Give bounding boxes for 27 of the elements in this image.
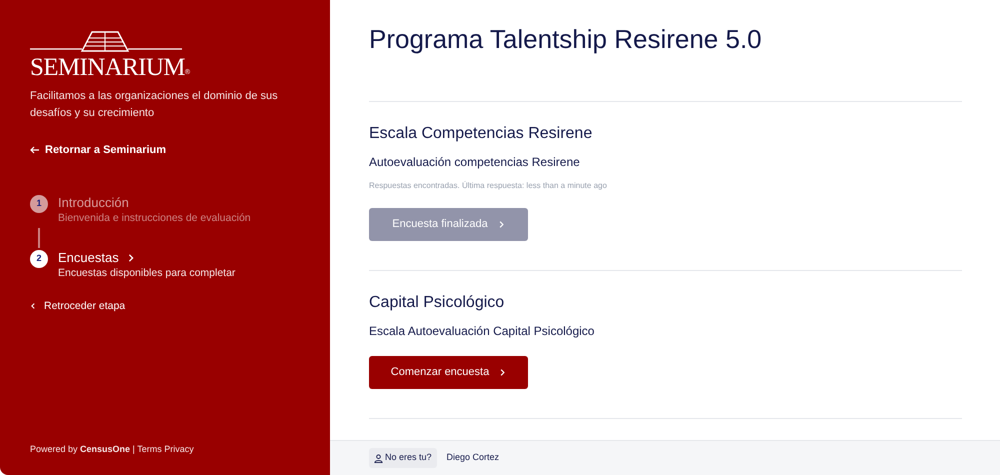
survey-subtitle: Autoevaluación competencias Resirene — [369, 154, 581, 171]
previous-step-link[interactable]: Retroceder etapa — [30, 298, 126, 314]
chevron-right-icon — [499, 368, 506, 377]
logo-text: SEMINARIUM — [30, 54, 185, 82]
step-title[interactable]: Encuestas — [58, 250, 236, 266]
chevron-right-icon — [126, 252, 135, 262]
temple-logo-icon — [30, 30, 182, 52]
step-subtitle: Bienvenida e instrucciones de evaluación — [58, 210, 251, 226]
user-name: Diego Cortez — [446, 451, 500, 464]
step-number: 1 — [30, 194, 48, 212]
step-subtitle: Encuestas disponibles para completar — [58, 266, 236, 280]
survey-subtitle: Escala Autoevaluación Capital Psicológico — [369, 323, 596, 340]
not-you-button[interactable]: No eres tu? — [369, 448, 437, 468]
chevron-right-icon — [498, 220, 505, 229]
survey-note: Respuestas encontradas. Última respuesta: less than a minute ago — [369, 180, 608, 192]
survey-title: Capital Psicológico — [369, 293, 506, 313]
user-icon — [374, 454, 383, 462]
step-number: 2 — [30, 250, 48, 268]
start-survey-button[interactable]: Comenzar encuesta — [369, 356, 528, 389]
chevron-left-icon — [30, 302, 36, 310]
footer-text: Powered by CensusOne | Terms Privacy — [30, 442, 195, 456]
back-link[interactable]: Retornar a Seminarium — [30, 142, 300, 158]
survey-title: Escala Competencias Resirene — [369, 124, 594, 144]
step-title[interactable]: Introducción — [58, 194, 251, 210]
tagline: Facilitamos a las organizaciones el dominio de sus desafíos y su crecimiento — [30, 89, 279, 121]
left-arrow-icon — [30, 146, 40, 154]
page-title: Programa Talentship Resirene 5.0 — [369, 24, 763, 54]
